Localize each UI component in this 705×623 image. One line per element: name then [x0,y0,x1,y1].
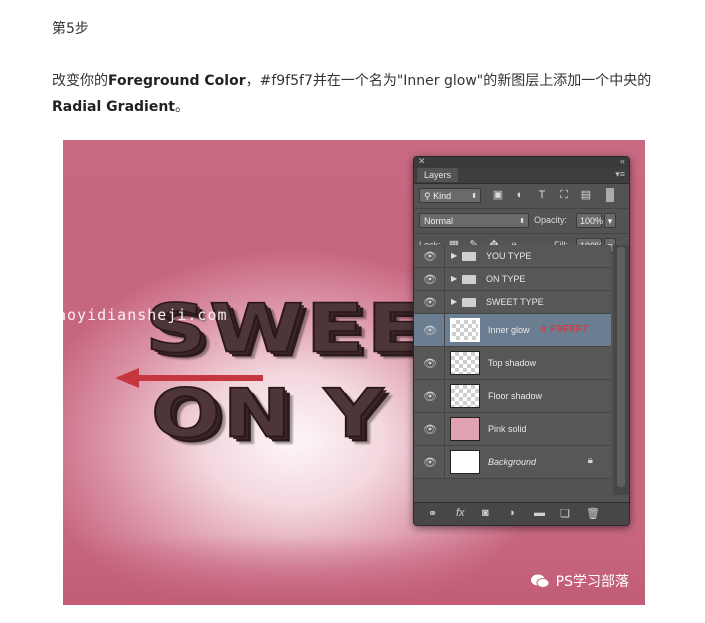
link-layers-icon[interactable]: ⚭ [428,507,437,520]
layer-group-you-type[interactable]: 👁︎ ▶ YOU TYPE [414,245,611,268]
expand-triangle-icon[interactable]: ▶ [451,274,457,283]
tab-layers[interactable]: Layers [417,168,459,182]
blend-mode-label: Normal [424,216,454,226]
eye-icon[interactable]: 👁︎ [420,324,440,337]
red-arrow-icon [115,368,263,388]
scrollbar-thumb[interactable] [617,247,625,487]
layer-thumbnail [450,417,480,441]
filter-type-icon[interactable]: T [536,189,548,201]
panel-titlebar: ✕ « [414,157,629,167]
instruction-part1: 改变你的 [52,73,108,89]
filter-toggle[interactable] [606,188,614,202]
folder-icon [462,298,476,307]
blend-row: Normal ⬍ Opacity: 100% ▾ [414,209,629,234]
opacity-label: Opacity: [534,215,568,225]
opacity-dropdown-icon[interactable]: ▾ [604,213,616,228]
sweet-text: SWEE [144,289,428,369]
vignette-bottom [63,535,645,605]
layer-inner-glow[interactable]: 👁︎ Inner glow # F9F5F7 [414,314,611,347]
expand-triangle-icon[interactable]: ▶ [451,251,457,260]
layer-floor-shadow[interactable]: 👁︎ Floor shadow [414,380,611,413]
panel-footer: ⚭ fx ◙ ◑ ▬ ❏ 🗑︎ [414,502,629,525]
trash-icon[interactable]: 🗑︎ [586,507,600,520]
wechat-icon [530,574,550,588]
layers-scrollbar[interactable] [613,245,629,495]
layer-name: Pink solid [488,424,527,434]
filter-row: ⚲ Kind ⬍ ▣ ◐ T ⛶ ▤ [414,184,629,209]
adjustment-layer-icon[interactable]: ◑ [508,507,515,519]
instruction-text: 改变你的Foreground Color，#f9f5f7并在一个名为"Inner… [52,68,672,120]
filter-shape-icon[interactable]: ⛶ [558,189,570,201]
instruction-part3: 。 [175,99,189,115]
layer-top-shadow[interactable]: 👁︎ Top shadow [414,347,611,380]
filter-pixel-icon[interactable]: ▣ [492,189,504,201]
panel-menu-icon[interactable]: ▾≡ [615,169,625,180]
watermark: aoyidiansheji.com [63,306,228,324]
eye-icon[interactable]: 👁︎ [420,296,440,309]
opacity-input[interactable]: 100% [576,213,603,228]
layer-name: YOU TYPE [486,251,532,261]
expand-triangle-icon[interactable]: ▶ [451,297,457,306]
layer-name: Inner glow [488,325,530,335]
filter-adjustment-icon[interactable]: ◐ [514,189,526,201]
layer-name: ON TYPE [486,274,526,284]
collapse-icon[interactable]: « [620,157,625,166]
new-layer-icon[interactable]: ❏ [560,507,570,520]
layer-name: Floor shadow [488,391,543,401]
layer-name: Background [488,457,537,467]
folder-icon [462,252,476,261]
layer-group-sweet-type[interactable]: 👁︎ ▶ SWEET TYPE [414,291,611,314]
layer-background[interactable]: 👁︎ Background 🔒︎ [414,446,611,479]
wechat-label: PS学习部落 [555,574,629,590]
fx-button[interactable]: fx [456,507,465,519]
eye-icon[interactable]: 👁︎ [420,357,440,370]
eye-icon[interactable]: 👁︎ [420,390,440,403]
panel-tabbar: Layers ▾≡ [414,167,629,184]
eye-icon[interactable]: 👁︎ [420,423,440,436]
add-mask-icon[interactable]: ◙ [482,507,489,519]
layer-pink-solid[interactable]: 👁︎ Pink solid [414,413,611,446]
blend-mode-select[interactable]: Normal ⬍ [419,213,529,228]
instruction-part2: ，#f9f5f7并在一个名为"Inner glow"的新图层上添加一个中央的 [245,73,652,89]
filter-kind-label: Kind [433,191,452,201]
layer-name: Top shadow [488,358,537,368]
layer-thumbnail [450,351,480,375]
layer-thumbnail [450,450,480,474]
new-group-icon[interactable]: ▬ [534,507,545,519]
eye-icon[interactable]: 👁︎ [420,273,440,286]
foreground-color-term: Foreground Color [108,73,246,89]
filter-smartobject-icon[interactable]: ▤ [580,189,592,201]
eye-icon[interactable]: 👁︎ [420,456,440,469]
color-annotation: # F9F5F7 [541,324,589,335]
layer-thumbnail [450,318,480,342]
step-title: 第5步 [52,21,89,37]
layer-group-on-type[interactable]: 👁︎ ▶ ON TYPE [414,268,611,291]
close-icon[interactable]: ✕ [418,157,426,167]
lock-icon: 🔒︎ [587,455,593,466]
radial-gradient-term: Radial Gradient [52,99,175,115]
wechat-badge: PS学习部落 [530,571,629,591]
filter-kind-select[interactable]: ⚲ Kind ⬍ [419,188,481,203]
layers-panel: ✕ « Layers ▾≡ ⚲ Kind ⬍ ▣ ◐ T ⛶ ▤ Normal ⬍ … [413,156,630,526]
folder-icon [462,275,476,284]
layers-list: 👁︎ ▶ YOU TYPE 👁︎ ▶ ON TYPE 👁︎ ▶ SWEET TY… [414,245,611,479]
layer-thumbnail [450,384,480,408]
eye-icon[interactable]: 👁︎ [420,250,440,263]
layer-name: SWEET TYPE [486,297,544,307]
